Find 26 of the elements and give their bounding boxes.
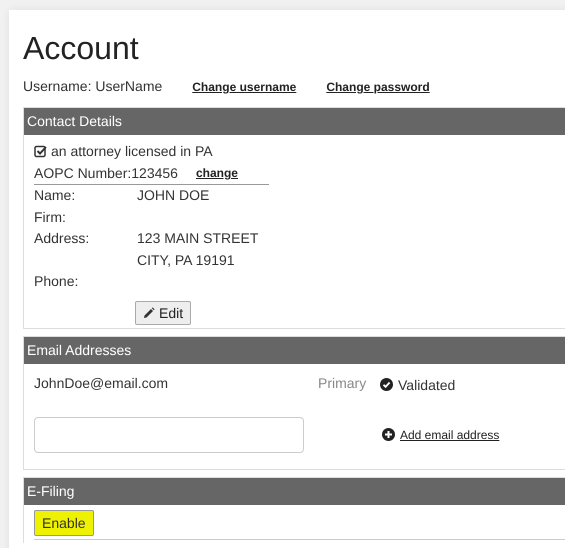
pencil-icon [143, 306, 155, 318]
page-title: Account [23, 30, 140, 66]
change-link[interactable]: change [196, 166, 238, 180]
email-address: JohnDoe@email.com [34, 374, 170, 390]
account-link[interactable]: Change username [192, 80, 296, 94]
primary-label: Primary [318, 374, 368, 390]
section-header: Email Addresses [24, 336, 565, 364]
field-label: Address: [34, 229, 90, 248]
email-input[interactable] [34, 416, 304, 452]
edit-button[interactable]: Edit [135, 300, 192, 324]
field-label: Firm: [34, 208, 67, 226]
section-header: E-Filing [24, 478, 565, 504]
account-link[interactable]: Change password [326, 80, 430, 94]
plus-circle-icon [382, 428, 395, 441]
attorney-label: an attorney licensed in PA [51, 143, 213, 159]
section-header: Contact Details [24, 108, 565, 135]
username-text: Username: UserName [23, 78, 162, 94]
field-label: Phone: [34, 272, 80, 291]
field-value: JOHN DOE [137, 186, 210, 205]
aopc-number: AOPC Number:123456 [34, 165, 178, 181]
field-label: Name: [34, 186, 76, 205]
field-value: 123 MAIN STREET [137, 229, 260, 248]
enable-button[interactable]: Enable [34, 510, 94, 536]
add-email-link[interactable]: Add email address [382, 428, 500, 442]
field-value: CITY, PA 19191 [137, 250, 236, 270]
status-text: Validated [398, 376, 456, 392]
